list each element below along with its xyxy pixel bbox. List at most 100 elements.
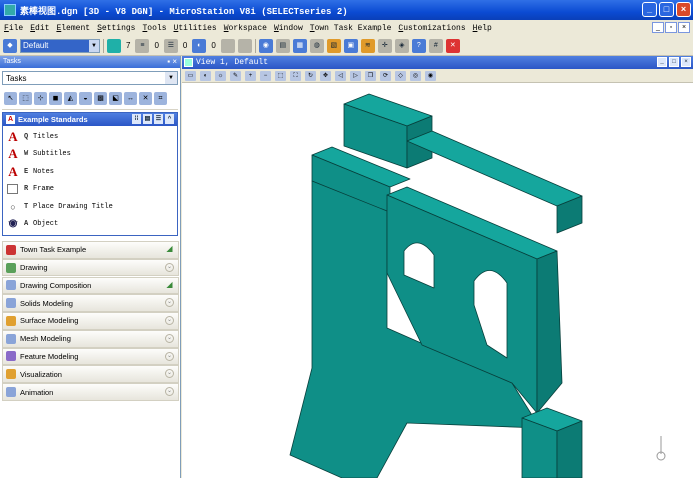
lighting-icon[interactable]: ☼ [215,70,226,81]
view-previous-icon[interactable]: ◁ [335,70,346,81]
transparency-icon[interactable]: ◐ [192,38,207,53]
section-example-standards-header[interactable]: A Example Standards ⁞⁞ ▤ ☰ ^ [3,113,177,126]
task-selector-combo[interactable]: Tasks ▼ [2,71,178,85]
help-icon[interactable]: ? [411,38,426,53]
menu-workspace[interactable]: Workspace [224,24,267,33]
element-selection-icon[interactable]: ↖ [4,92,17,105]
menu-edit[interactable]: Edit [30,24,49,33]
clip-volume-icon[interactable]: ◇ [395,70,406,81]
design-canvas[interactable] [182,83,693,478]
class-icon[interactable] [237,38,252,53]
section-town-task-example[interactable]: Town Task Example ◢ [2,241,179,259]
icon-view-icon[interactable]: ⁞⁞ [132,114,141,124]
camera-icon[interactable]: ◎ [410,70,421,81]
maximize-icon[interactable]: □ [659,2,674,17]
list-view-icon[interactable]: ▤ [143,114,152,124]
view-icon[interactable] [184,58,193,67]
menu-town-task-example[interactable]: Town Task Example [310,24,392,33]
design-history-icon[interactable]: ✕ [445,38,460,53]
expand-icon[interactable]: ⌄ [165,387,174,397]
section-feature-modeling[interactable]: Feature Modeling ⌄ [2,347,179,366]
expand-icon[interactable]: ⌄ [165,298,174,308]
collapse-icon[interactable]: ^ [165,114,174,124]
menu-tools[interactable]: Tools [142,24,166,33]
tool-notes[interactable]: A E Notes [3,163,177,181]
level-display-icon[interactable]: ≋ [360,38,375,53]
line-weight-value[interactable]: 0 [181,41,189,50]
saved-views-icon[interactable]: ▣ [343,38,358,53]
section-drawing[interactable]: Drawing ⌄ [2,258,179,277]
snaps-icon[interactable]: ◈ [394,38,409,53]
menu-element[interactable]: Element [56,24,90,33]
menu-utilities[interactable]: Utilities [174,24,217,33]
pan-view-icon[interactable]: ✥ [320,70,331,81]
doc-minimize-icon[interactable]: _ [652,22,664,33]
expand-icon[interactable]: ⌄ [165,369,174,379]
tool-object[interactable]: ◉ A Object [3,216,177,234]
line-style-icon[interactable]: ≡ [135,38,150,53]
section-visualization[interactable]: Visualization ⌄ [2,365,179,384]
element-info-icon[interactable]: ▤ [275,38,290,53]
close-icon[interactable]: × [676,2,691,17]
solid-icon[interactable]: ◼ [49,92,62,105]
microstation-app-icon[interactable] [4,4,16,16]
extrude-icon[interactable]: ◭ [64,92,77,105]
level-manager-icon[interactable]: ◆ [3,38,17,53]
section-mesh-modeling[interactable]: Mesh Modeling ⌄ [2,329,179,348]
chevron-down-icon[interactable]: ▼ [89,39,99,52]
section-drawing-composition[interactable]: Drawing Composition ◢ [2,276,179,295]
expand-icon[interactable]: ⌄ [165,316,174,326]
section-animation[interactable]: Animation ⌄ [2,383,179,401]
menu-file[interactable]: File [4,24,23,33]
display-style-icon[interactable]: ◐ [200,70,211,81]
line-style-value[interactable]: 0 [152,41,160,50]
fit-view-icon[interactable]: ⛶ [290,70,301,81]
window-area-icon[interactable]: ⬚ [275,70,286,81]
delete-icon[interactable]: ✕ [139,92,152,105]
models-icon[interactable]: ◍ [309,38,324,53]
cell-icon[interactable]: ⬕ [109,92,122,105]
menu-window[interactable]: Window [274,24,303,33]
zoom-out-icon[interactable]: − [260,70,271,81]
minimize-icon[interactable]: _ [642,2,657,17]
raster-manager-icon[interactable]: ▧ [326,38,341,53]
render-icon[interactable]: ◉ [425,70,436,81]
accudraw-icon[interactable]: ✛ [377,38,392,53]
view-minimize-icon[interactable]: _ [657,57,667,67]
measure-icon[interactable]: ⊹ [34,92,47,105]
tasks-panel-close-icon[interactable]: ▪ × [167,57,177,67]
doc-restore-icon[interactable]: ▫ [665,22,677,33]
fence-icon[interactable]: ⬚ [19,92,32,105]
view-attributes-icon[interactable]: ▭ [185,70,196,81]
tool-frame[interactable]: R Frame [3,181,177,199]
rotate-view-icon[interactable]: ↻ [305,70,316,81]
active-level-combo[interactable]: Default ▼ [20,38,100,53]
detail-view-icon[interactable]: ☰ [154,114,163,124]
copy-view-icon[interactable]: ❐ [365,70,376,81]
references-icon[interactable]: ▦ [292,38,307,53]
active-color-value[interactable]: 7 [124,41,132,50]
priority-icon[interactable] [220,38,235,53]
grid-icon[interactable]: # [428,38,443,53]
flag-icon[interactable]: ◢ [165,245,174,254]
zoom-in-icon[interactable]: + [245,70,256,81]
doc-close-icon[interactable]: × [678,22,690,33]
tool-titles[interactable]: A Q Titles [3,128,177,146]
update-view-icon[interactable]: ✎ [230,70,241,81]
view-close-icon[interactable]: × [681,57,691,67]
active-color-icon[interactable] [107,38,121,53]
expand-icon[interactable]: ⌄ [165,262,174,272]
section-surface-modeling[interactable]: Surface Modeling ⌄ [2,312,179,330]
flag-icon[interactable]: ◢ [165,280,174,290]
line-weight-icon[interactable]: ☰ [163,38,178,53]
view-rotation-icon[interactable]: ⟳ [380,70,391,81]
surface-icon[interactable]: ◒ [79,92,92,105]
menu-customizations[interactable]: Customizations [398,24,465,33]
tool-place-drawing-title[interactable]: ○— T Place Drawing Title [3,198,177,226]
menu-settings[interactable]: Settings [97,24,135,33]
expand-icon[interactable]: ⌄ [165,333,174,343]
primary-tools-icon[interactable]: ◉ [258,38,273,53]
dimension-icon[interactable]: ↔ [124,92,137,105]
change-attributes-icon[interactable]: ⌗ [154,92,167,105]
chevron-down-icon[interactable]: ▼ [165,72,177,84]
